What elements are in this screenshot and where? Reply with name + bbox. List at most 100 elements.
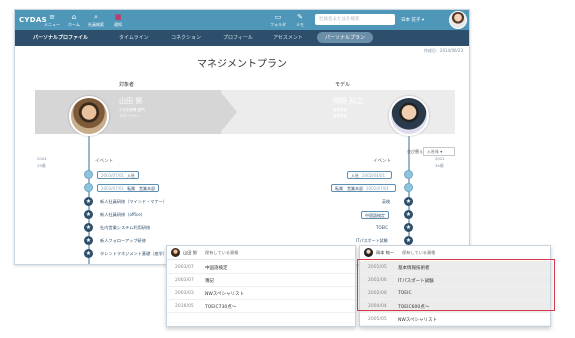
tab-personal-profile[interactable]: パーソナルプロファイル <box>33 34 88 41</box>
tab-bar: パーソナルプロファイル タイムライン コネクション プロフィール アセスメント … <box>15 30 469 46</box>
employee-search-label: 社員検索 <box>88 22 104 27</box>
qualification-item[interactable]: TOEIC <box>373 224 391 232</box>
sort-label: 並び替え <box>407 149 423 154</box>
event-text: 入社 <box>127 173 136 178</box>
training-item[interactable]: 社内営業システム利用研修 <box>100 225 150 231</box>
tab-personal-plan[interactable]: パーソナルプラン <box>317 32 374 43</box>
search-icon: ⌕ <box>94 13 98 21</box>
table-row: 2003/07 簿記 <box>167 274 355 287</box>
model-department: 営業本部 <box>333 108 347 112</box>
page-title: マネジメントプラン <box>197 59 287 70</box>
folder-button[interactable]: ▭ フォルダ <box>269 13 287 28</box>
tab-connection[interactable]: コネクション <box>171 34 201 41</box>
row-item: 簿記 <box>205 279 214 284</box>
tab-assessment[interactable]: アセスメント <box>273 34 303 41</box>
memo-label: メモ <box>296 22 304 27</box>
employee-search-button[interactable]: ⌕ 社員検索 <box>87 13 105 28</box>
target-age: 25歳 <box>37 163 46 168</box>
panel-person-name: 岡本 純一 <box>376 250 395 255</box>
bell-icon: ■ <box>114 13 122 21</box>
model-name: 岡野 知之 <box>333 97 364 105</box>
event-date: 2003/07/01 <box>101 173 125 178</box>
sort-select[interactable]: 入社年 ▾ <box>423 147 455 156</box>
star-icon: ★ <box>84 236 93 245</box>
avatar[interactable] <box>449 11 467 29</box>
qualification-item[interactable]: ITパスポート試験 <box>353 237 391 245</box>
event-transfer-target[interactable]: 2003/07/01 転属 営業本部 <box>97 184 160 192</box>
target-department: 中日本営業 部門 <box>119 108 145 112</box>
event-hire-model[interactable]: 入社 2002/04/01 <box>347 171 393 179</box>
avatar <box>171 248 180 257</box>
target-qualifications-panel: 山田 努 保有している資格 2003/07 中国語検定 2003/07 簿記 200… <box>166 245 356 327</box>
model-events-label: イベント <box>373 159 391 164</box>
user-menu[interactable]: 日本 花子 ▾ <box>401 17 424 23</box>
notification-button[interactable]: ■ 通知 <box>109 13 127 28</box>
row-year: 2016/05 <box>175 304 194 309</box>
star-icon: ★ <box>404 223 413 232</box>
table-row: 2003/03 NWスペシャリスト <box>167 287 355 300</box>
home-label: ホーム <box>68 22 80 27</box>
panel-header: 岡本 純一 保有している資格 <box>360 246 550 260</box>
training-item[interactable]: 新人社員研修（office） <box>100 212 145 218</box>
folder-icon: ▭ <box>274 13 282 21</box>
event-date: 2002/07/01 <box>366 186 390 191</box>
event-transfer-model[interactable]: 転属 営業本部 2002/07/01 <box>331 184 397 192</box>
star-icon: ★ <box>84 249 93 258</box>
top-bar: CYDAS ≡ メニュー ⌂ ホーム ⌕ 社員検索 ■ 通知 ▭ フォルダ ✎ メモ 社員名… <box>15 10 469 30</box>
notification-label: 通知 <box>114 22 122 27</box>
model-age: 34歳 <box>435 163 444 168</box>
band-arrow <box>219 90 237 134</box>
menu-label: メニュー <box>44 22 60 27</box>
highlight-box <box>357 259 555 311</box>
created-date: 作成日：2014/06/23 <box>423 48 463 53</box>
star-icon: ★ <box>404 236 413 245</box>
row-item: NWスペシャリスト <box>205 292 245 297</box>
tab-profile[interactable]: プロフィール <box>223 34 253 41</box>
star-icon: ★ <box>84 223 93 232</box>
model-label: モデル <box>335 82 351 88</box>
target-name: 山田 努 <box>119 97 143 105</box>
panel-person-name: 山田 努 <box>183 250 197 255</box>
memo-icon: ✎ <box>297 13 303 21</box>
target-photo <box>69 96 109 136</box>
training-item[interactable]: 新人フォローアップ研修 <box>100 238 146 244</box>
model-photo <box>389 96 429 136</box>
qualification-item[interactable]: 中国語検定 <box>361 211 389 219</box>
model-start-year: 2022 <box>435 156 445 161</box>
event-date: 2002/04/01 <box>362 173 386 178</box>
app-window: CYDAS ≡ メニュー ⌂ ホーム ⌕ 社員検索 ■ 通知 ▭ フォルダ ✎ メモ 社員名… <box>14 9 470 265</box>
target-events-label: イベント <box>95 159 113 164</box>
search-input[interactable]: 社員名またはを検索 <box>315 14 395 25</box>
model-position: 営業部長 <box>333 114 347 118</box>
event-marker <box>404 170 413 179</box>
panel-header: 山田 努 保有している資格 <box>167 246 355 260</box>
event-marker <box>84 170 93 179</box>
row-year: 2003/07 <box>175 265 194 270</box>
menu-icon: ≡ <box>49 13 55 21</box>
star-icon: ★ <box>404 210 413 219</box>
target-position: マネージャー <box>119 114 140 118</box>
training-item[interactable]: タレントマネジメント基礎（座学） <box>100 251 167 257</box>
folder-label: フォルダ <box>270 22 286 27</box>
row-item: 中国語検定 <box>205 266 228 271</box>
event-text: 転属 営業本部 <box>335 186 363 191</box>
event-marker <box>404 183 413 192</box>
row-year: 2005/05 <box>368 317 387 322</box>
event-date: 2003/07/01 <box>101 186 125 191</box>
row-year: 2003/07 <box>175 278 194 283</box>
event-text: 転属 営業本部 <box>127 186 156 191</box>
star-icon: ★ <box>84 210 93 219</box>
tab-timeline[interactable]: タイムライン <box>119 34 149 41</box>
avatar <box>364 248 373 257</box>
qualification-item[interactable]: 英検 <box>379 198 393 206</box>
home-button[interactable]: ⌂ ホーム <box>65 13 83 28</box>
home-icon: ⌂ <box>71 13 77 21</box>
training-item[interactable]: 新人社員研修（マインド・マナー） <box>100 199 167 205</box>
event-hire-target[interactable]: 2003/07/01 入社 <box>97 171 140 179</box>
panel-header-text: 保有している資格 <box>205 250 239 255</box>
event-marker <box>84 183 93 192</box>
table-row: 2003/07 中国語検定 <box>167 261 355 274</box>
memo-button[interactable]: ✎ メモ <box>291 13 309 28</box>
table-row: 2005/05 NWスペシャリスト <box>360 313 550 326</box>
menu-button[interactable]: ≡ メニュー <box>43 13 61 28</box>
